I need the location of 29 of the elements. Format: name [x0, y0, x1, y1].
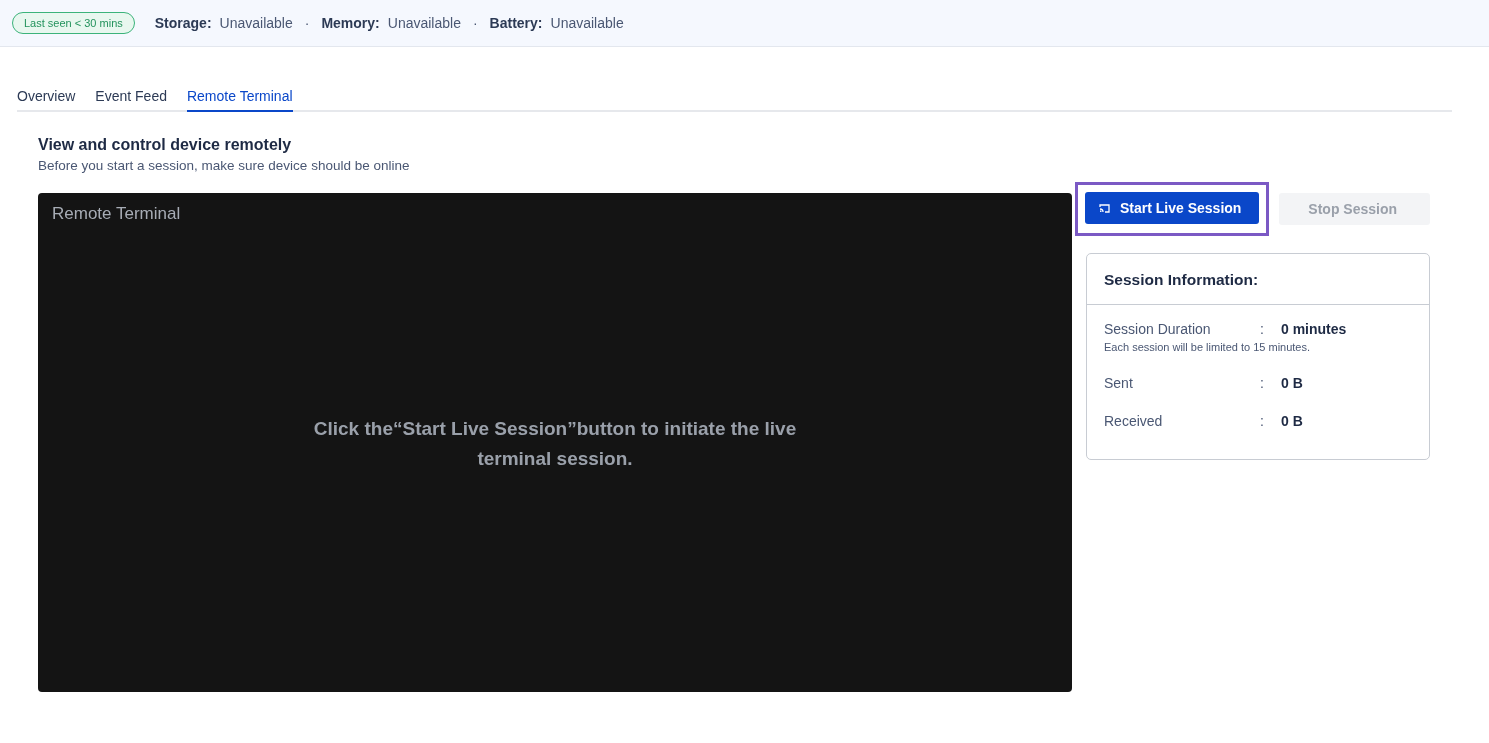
- info-value: 0 B: [1281, 413, 1304, 429]
- terminal-message: Click the“Start Live Session”button to initiate the live terminal session.: [312, 416, 798, 471]
- stat-value: Unavailable: [550, 15, 624, 31]
- info-value: 0 B: [1281, 375, 1304, 391]
- info-label: Received: [1104, 413, 1164, 429]
- info-value: 0 minutes: [1281, 321, 1348, 337]
- section-title: View and control device remotely: [38, 136, 293, 154]
- info-note: Each session will be limited to 15 minutes.: [1104, 341, 1312, 353]
- stat-label: Memory:: [321, 15, 380, 31]
- stat-value: Unavailable: [219, 15, 293, 31]
- cast-icon: [1099, 203, 1110, 213]
- separator-dot: ·: [472, 15, 478, 31]
- stat-label: Battery:: [489, 15, 543, 31]
- tab[interactable]: Overview: [17, 85, 76, 112]
- info-colon: :: [1260, 375, 1265, 391]
- last-seen-badge: Last seen < 30 mins: [12, 12, 135, 34]
- start-session-button[interactable]: Start Live Session: [1085, 192, 1260, 224]
- section-subtitle: Before you start a session, make sure device should be online: [38, 158, 411, 173]
- info-label: Sent: [1104, 375, 1134, 391]
- info-colon: :: [1260, 321, 1265, 337]
- tab[interactable]: Event Feed: [95, 85, 167, 112]
- tab[interactable]: Remote Terminal: [186, 85, 293, 112]
- info-colon: :: [1260, 413, 1265, 429]
- stat-value: Unavailable: [387, 15, 461, 31]
- info-label: Session Duration: [1104, 321, 1212, 337]
- stat-label: Storage:: [154, 15, 212, 31]
- card-title: Session Information:: [1087, 254, 1429, 305]
- separator-dot: ·: [304, 15, 310, 31]
- terminal-title: Remote Terminal: [51, 203, 182, 225]
